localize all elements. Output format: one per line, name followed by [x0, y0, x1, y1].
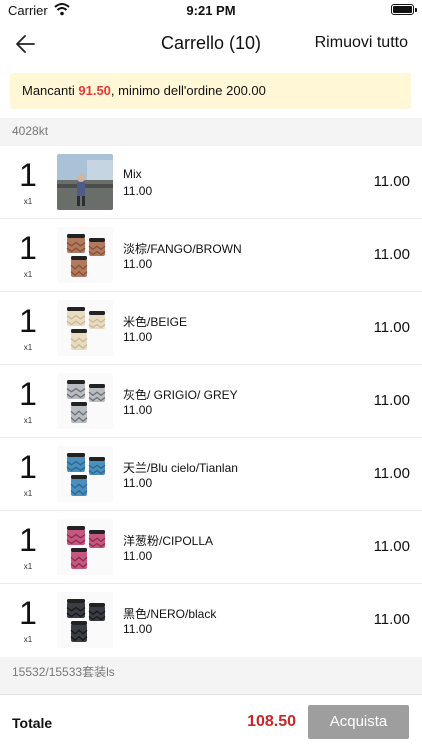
product-thumbnail[interactable]	[57, 519, 113, 575]
unit-price: 11.00	[123, 184, 153, 198]
quantity-multiplier: x1	[23, 562, 33, 571]
cart-item-list: 1 x1 Mix 11.00 11.00 1 x1 淡棕/FANGO/BROWN…	[0, 146, 422, 657]
quantity-value: 1	[19, 449, 37, 485]
product-thumbnail[interactable]	[57, 227, 113, 283]
line-total: 11.00	[373, 246, 410, 263]
product-thumbnail[interactable]	[57, 373, 113, 429]
quantity-multiplier: x1	[23, 416, 33, 425]
total-label: Totale	[12, 715, 53, 731]
unit-price: 11.00	[123, 330, 153, 344]
cart-item-row[interactable]: 1 x1 米色/BEIGE 11.00 11.00	[0, 292, 422, 365]
clock: 9:21 PM	[186, 3, 236, 18]
line-total: 11.00	[373, 319, 410, 336]
quantity-value: 1	[19, 595, 37, 631]
product-thumbnail[interactable]	[57, 154, 113, 210]
quantity-multiplier: x1	[23, 489, 33, 498]
quantity-multiplier: x1	[23, 343, 33, 352]
line-total: 11.00	[373, 611, 410, 628]
unit-price: 11.00	[123, 622, 153, 636]
line-total: 11.00	[373, 538, 410, 555]
product-thumbnail[interactable]	[57, 592, 113, 648]
product-name: 洋葱粉/CIPOLLA	[123, 534, 214, 548]
quantity-value: 1	[19, 230, 37, 266]
cart-item-row[interactable]: 1 x1 Mix 11.00 11.00	[0, 146, 422, 219]
quantity-value: 1	[19, 157, 37, 193]
quantity-multiplier: x1	[23, 270, 33, 279]
unit-price: 11.00	[123, 257, 153, 271]
product-name: 灰色/ GRIGIO/ GREY	[123, 388, 238, 402]
line-total: 11.00	[373, 465, 410, 482]
total-amount: 108.50	[247, 713, 296, 730]
line-total: 11.00	[373, 173, 410, 190]
cart-item-row[interactable]: 1 x1 天兰/Blu cielo/Tianlan 11.00 11.00	[0, 438, 422, 511]
missing-amount: 91.50	[78, 83, 111, 98]
product-name: 黑色/NERO/black	[123, 607, 217, 621]
quantity-value: 1	[19, 522, 37, 558]
notice-prefix: Mancanti	[22, 83, 79, 98]
product-group-header: 4028kt	[0, 118, 422, 144]
notice-container: Mancanti 91.50, minimo dell'ordine 200.0…	[0, 66, 422, 118]
quantity-multiplier: x1	[23, 635, 33, 644]
product-thumbnail[interactable]	[57, 300, 113, 356]
status-bar: Carrier 9:21 PM	[0, 0, 422, 22]
cart-item-row[interactable]: 1 x1 淡棕/FANGO/BROWN 11.00 11.00	[0, 219, 422, 292]
minimum-order-notice: Mancanti 91.50, minimo dell'ordine 200.0…	[10, 73, 411, 109]
navigation-bar: Carrello (10) Rimuovi tutto	[0, 22, 422, 66]
product-name: 天兰/Blu cielo/Tianlan	[123, 461, 238, 475]
cart-item-row[interactable]: 1 x1 黑色/NERO/black 11.00 11.00	[0, 584, 422, 657]
quantity-value: 1	[19, 303, 37, 339]
cart-item-row[interactable]: 1 x1 洋葱粉/CIPOLLA 11.00 11.00	[0, 511, 422, 584]
cart-item-row[interactable]: 1 x1 灰色/ GRIGIO/ GREY 11.00 11.00	[0, 365, 422, 438]
unit-price: 11.00	[123, 476, 153, 490]
unit-price: 11.00	[123, 549, 153, 563]
product-name: 米色/BEIGE	[123, 315, 188, 329]
purchase-button[interactable]: Acquista	[308, 705, 409, 739]
product-name: Mix	[123, 167, 142, 181]
product-thumbnail[interactable]	[57, 446, 113, 502]
battery-icon	[391, 4, 417, 15]
product-group-header: 15532/15533套装ls	[0, 659, 422, 685]
remove-all-button[interactable]: Rimuovi tutto	[315, 34, 408, 52]
checkout-bar: Totale 108.50 Acquista	[0, 694, 422, 750]
quantity-value: 1	[19, 376, 37, 412]
quantity-multiplier: x1	[23, 197, 33, 206]
line-total: 11.00	[373, 392, 410, 409]
unit-price: 11.00	[123, 403, 153, 417]
notice-suffix: , minimo dell'ordine 200.00	[110, 83, 266, 98]
product-name: 淡棕/FANGO/BROWN	[123, 242, 242, 256]
